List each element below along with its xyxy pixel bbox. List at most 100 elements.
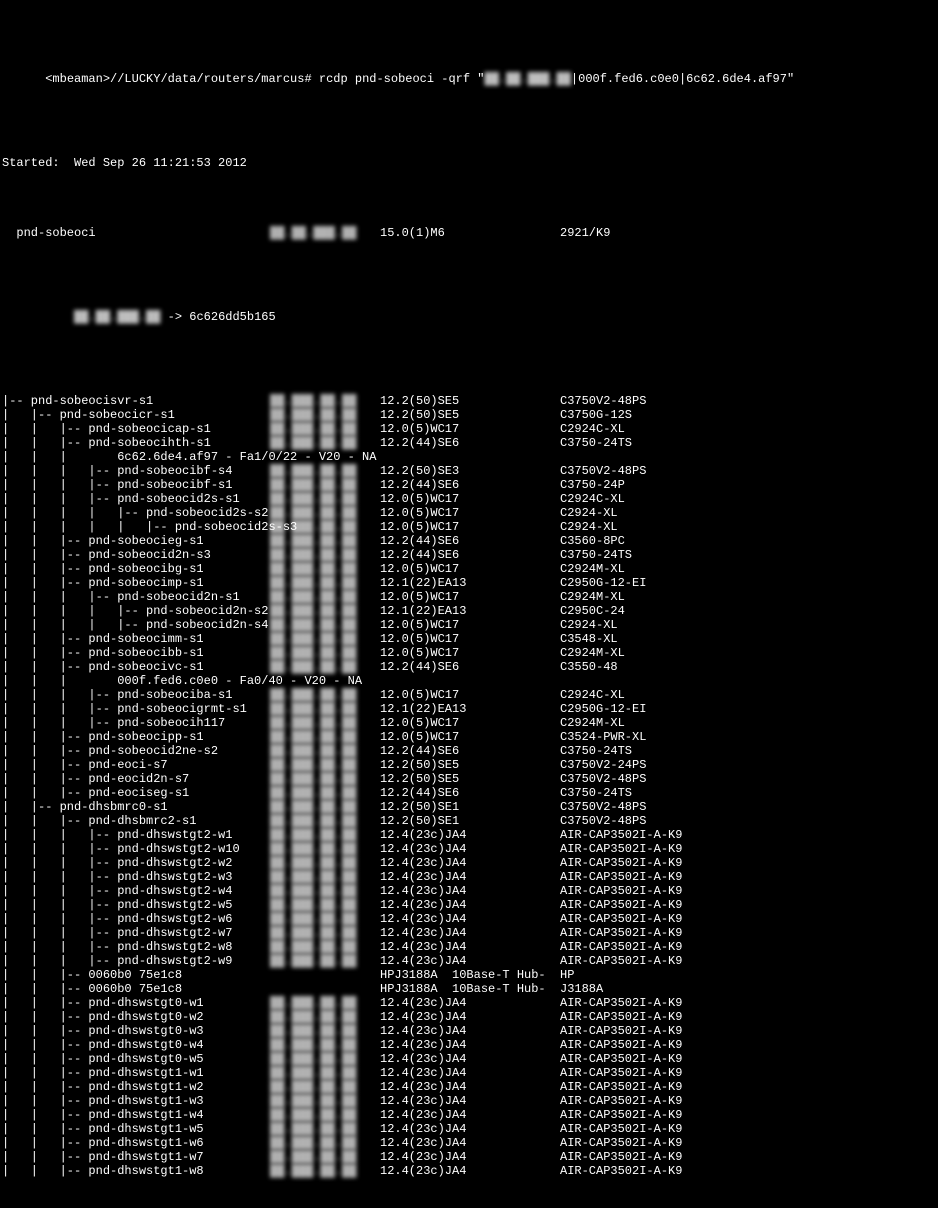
tree-model: C2924-XL (560, 618, 720, 632)
tree-version: 12.4(23c)JA4 (380, 1136, 560, 1150)
tree-ip-redacted: ██.███.██.██ (270, 1094, 380, 1108)
tree-version: 12.4(23c)JA4 (380, 884, 560, 898)
tree-hostname: | | |-- pnd-dhswstgt0-w5 (2, 1052, 270, 1066)
tree-row: | | | |-- pnd-sobeociba-s1██.███.██.██12… (2, 688, 720, 702)
root-version: 15.0(1)M6 (380, 226, 560, 240)
tree-model: AIR-CAP3502I-A-K9 (560, 1094, 720, 1108)
tree-model: C3750V2-24PS (560, 758, 720, 772)
tree-model: C3750V2-48PS (560, 464, 720, 478)
tree-row: | | |-- pnd-dhswstgt1-w3██.███.██.██12.4… (2, 1094, 720, 1108)
tree-ip-redacted: ██.███.██.██ (270, 632, 380, 646)
tree-row: | | |-- pnd-sobeocimm-s1██.███.██.██12.0… (2, 632, 720, 646)
tree-row: | | | |-- pnd-dhswstgt2-w1██.███.██.██12… (2, 828, 720, 842)
tree-version: 12.4(23c)JA4 (380, 856, 560, 870)
tree-hostname: | | | |-- pnd-dhswstgt2-w8 (2, 940, 270, 954)
tree-row: | | |-- pnd-dhsbmrc2-s1██.███.██.██12.2(… (2, 814, 720, 828)
tree-version: 12.4(23c)JA4 (380, 1108, 560, 1122)
prompt-line: <mbeaman>//LUCKY/data/routers/marcus# rc… (2, 58, 720, 100)
tree-model: AIR-CAP3502I-A-K9 (560, 884, 720, 898)
tree-version: 12.4(23c)JA4 (380, 912, 560, 926)
tree-row: | |-- pnd-dhsbmrc0-s1██.███.██.██12.2(50… (2, 800, 720, 814)
tree-hostname: | | | | |-- pnd-sobeocid2n-s2 (2, 604, 270, 618)
tree-hostname: | | | |-- pnd-dhswstgt2-w4 (2, 884, 270, 898)
tree-version: HPJ3188A 10Base-T Hub- (380, 982, 560, 996)
tree-row: | | | | |-- pnd-sobeocid2n-s4██.███.██.█… (2, 618, 720, 632)
tree-ip-redacted: ██.███.██.██ (270, 1010, 380, 1024)
tree-hostname: | | |-- 0060b0 75e1c8 (2, 968, 270, 982)
tree-version: 12.2(50)SE3 (380, 464, 560, 478)
started-text: Started: Wed Sep 26 11:21:53 2012 (2, 156, 720, 170)
tree-ip-redacted: ██.███.██.██ (270, 576, 380, 590)
tree-version: 12.2(44)SE6 (380, 436, 560, 450)
tree-hostname: | | |-- pnd-sobeocibg-s1 (2, 562, 270, 576)
tree-model: AIR-CAP3502I-A-K9 (560, 1108, 720, 1122)
root-node: pnd-sobeoci ██.██.███.██ 15.0(1)M6 2921/… (2, 226, 720, 240)
tree-model: AIR-CAP3502I-A-K9 (560, 898, 720, 912)
tree-model: C2924M-XL (560, 716, 720, 730)
tree-model: C2924C-XL (560, 422, 720, 436)
tree-ip-redacted: ██.███.██.██ (270, 660, 380, 674)
tree-version: 12.2(50)SE5 (380, 758, 560, 772)
tree-hostname: | | |-- pnd-sobeocihth-s1 (2, 436, 270, 450)
tree-ip-redacted: ██.███.██.██ (270, 646, 380, 660)
tree-version: 12.0(5)WC17 (380, 520, 560, 534)
tree-version: 12.0(5)WC17 (380, 590, 560, 604)
tree-version: 12.0(5)WC17 (380, 716, 560, 730)
tree-ip-redacted: ██.███.██.██ (270, 912, 380, 926)
tree-version: 12.2(44)SE6 (380, 786, 560, 800)
tree-version: 12.0(5)WC17 (380, 562, 560, 576)
tree-row: | | | |-- pnd-dhswstgt2-w10██.███.██.██1… (2, 842, 720, 856)
tree-ip-redacted: ██.███.██.██ (270, 618, 380, 632)
tree-hostname: | | |-- pnd-dhswstgt1-w2 (2, 1080, 270, 1094)
tree-model: C3750-24TS (560, 744, 720, 758)
tree-ip-redacted: ██.███.██.██ (270, 702, 380, 716)
tree-row: | | |-- pnd-sobeocibg-s1██.███.██.██12.0… (2, 562, 720, 576)
tree-model: AIR-CAP3502I-A-K9 (560, 1010, 720, 1024)
tree-model: AIR-CAP3502I-A-K9 (560, 954, 720, 968)
tree-version: 12.4(23c)JA4 (380, 842, 560, 856)
tree-ip-redacted: ██.███.██.██ (270, 954, 380, 968)
tree-hostname: | | | | |-- pnd-sobeocid2s-s2 (2, 506, 270, 520)
tree-ip-redacted: ██.███.██.██ (270, 828, 380, 842)
tree-model: C3750-24TS (560, 436, 720, 450)
tree-model: C2924M-XL (560, 590, 720, 604)
tree-hostname: | | |-- pnd-sobeocibb-s1 (2, 646, 270, 660)
tree-model: C3560-8PC (560, 534, 720, 548)
tree-hostname: | | |-- pnd-sobeocimp-s1 (2, 576, 270, 590)
tree-row: | | |-- 0060b0 75e1c8HPJ3188A 10Base-T H… (2, 968, 720, 982)
tree-row: | | | |-- pnd-dhswstgt2-w5██.███.██.██12… (2, 898, 720, 912)
tree-version: 12.4(23c)JA4 (380, 954, 560, 968)
tree-version: 12.4(23c)JA4 (380, 1066, 560, 1080)
tree-row: | | |-- pnd-sobeocid2n-s3██.███.██.██12.… (2, 548, 720, 562)
tree-model: C3750V2-48PS (560, 814, 720, 828)
tree-row: | | | | | |-- pnd-sobeocid2s-s3██.███.██… (2, 520, 720, 534)
tree-row: | | |-- pnd-dhswstgt1-w6██.███.██.██12.4… (2, 1136, 720, 1150)
tree-ip-redacted: ██.███.██.██ (270, 534, 380, 548)
tree-hostname: | | | |-- pnd-dhswstgt2-w6 (2, 912, 270, 926)
tree-row: | | |-- pnd-dhswstgt0-w2██.███.██.██12.4… (2, 1010, 720, 1024)
tree-hostname: | | |-- pnd-dhswstgt1-w6 (2, 1136, 270, 1150)
tree-model: AIR-CAP3502I-A-K9 (560, 856, 720, 870)
root-ip-redacted: ██.██.███.██ (270, 226, 380, 240)
tree-hostname: | | | |-- pnd-dhswstgt2-w5 (2, 898, 270, 912)
tree-hostname: | | |-- pnd-dhswstgt1-w7 (2, 1150, 270, 1164)
tree-ip-redacted: ██.███.██.██ (270, 422, 380, 436)
tree-version: 12.4(23c)JA4 (380, 940, 560, 954)
tree-version: 12.1(22)EA13 (380, 604, 560, 618)
tree-version: 12.4(23c)JA4 (380, 1122, 560, 1136)
tree-hostname: | | |-- pnd-dhswstgt1-w5 (2, 1122, 270, 1136)
tree-version: 12.4(23c)JA4 (380, 1164, 560, 1178)
tree-ip-redacted: ██.███.██.██ (270, 800, 380, 814)
tree-version: 12.2(44)SE6 (380, 478, 560, 492)
tree-hostname: | | |-- pnd-sobeocimm-s1 (2, 632, 270, 646)
tree-ip-redacted (270, 968, 380, 982)
tree-row: | | |-- pnd-dhswstgt1-w5██.███.██.██12.4… (2, 1122, 720, 1136)
tree-model: AIR-CAP3502I-A-K9 (560, 1122, 720, 1136)
tree-row: | | |-- pnd-dhswstgt0-w3██.███.██.██12.4… (2, 1024, 720, 1038)
tree-model: C3750V2-48PS (560, 800, 720, 814)
tree-row: | | | |-- pnd-dhswstgt2-w7██.███.██.██12… (2, 926, 720, 940)
tree-version: 12.4(23c)JA4 (380, 996, 560, 1010)
tree-ip-redacted: ██.███.██.██ (270, 590, 380, 604)
started-line: Started: Wed Sep 26 11:21:53 2012 (2, 156, 720, 170)
tree-row: | | |-- pnd-sobeocibb-s1██.███.██.██12.0… (2, 646, 720, 660)
